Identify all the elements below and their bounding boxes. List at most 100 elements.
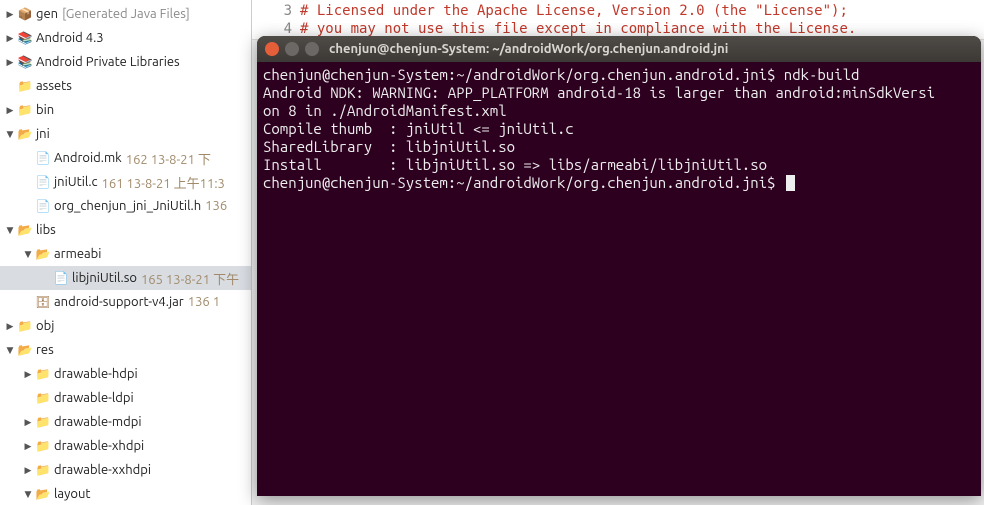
tree-item-libjniutil-so[interactable]: 📄libjniUtil.so 165 13-8-21 下午 [0,266,251,290]
tree-item-extra: [Generated Java Files] [62,7,190,21]
expand-arrow-icon[interactable] [22,440,34,452]
folder-icon: 📁 [17,78,33,94]
tree-item-label: layout [54,487,90,501]
line-number: 4 [252,21,300,37]
tree-item-meta: 162 13-8-21 下 [126,149,211,168]
expand-arrow-icon[interactable] [4,344,16,356]
expand-arrow-icon[interactable] [4,32,16,44]
editor-area[interactable]: 3# Licensed under the Apache License, Ve… [252,0,984,40]
tree-item-label: drawable-xxhdpi [54,463,151,477]
tree-item-drawable-xxhdpi[interactable]: 📁drawable-xxhdpi [0,458,251,482]
arrow-spacer [22,152,34,164]
tree-item-android-4-3[interactable]: 📚Android 4.3 [0,26,251,50]
tree-item-bin[interactable]: 📁bin [0,98,251,122]
folder-icon: 📁 [35,366,51,382]
tree-item-android-mk[interactable]: 📄Android.mk162 13-8-21 下 [0,146,251,170]
h-icon: 📄 [35,198,51,214]
tree-item-meta: 161 13-8-21 上午11:3 [102,173,225,192]
expand-arrow-icon[interactable] [4,8,16,20]
tree-item-drawable-hdpi[interactable]: 📁drawable-hdpi [0,362,251,386]
arrow-spacer [22,176,34,188]
arrow-spacer [4,80,16,92]
tree-item-label: drawable-hdpi [54,367,138,381]
folder-icon: 📁 [35,462,51,478]
folder-open-icon: 📂 [35,486,51,502]
tree-item-android-support-v4-jar[interactable]: 🗄android-support-v4.jar 136 1 [0,290,251,314]
line-number: 3 [252,3,300,19]
folder-open-icon: 📂 [17,342,33,358]
project-explorer[interactable]: 📦gen [Generated Java Files]📚Android 4.3📚… [0,0,252,505]
tree-item-label: libjniUtil.so [72,271,137,285]
terminal-body[interactable]: chenjun@chenjun-System:~/androidWork/org… [257,62,981,196]
expand-arrow-icon[interactable] [4,56,16,68]
tree-item-jni[interactable]: 📂jni [0,122,251,146]
terminal-title: chenjun@chenjun-System: ~/androidWork/or… [329,42,728,56]
tree-item-drawable-ldpi[interactable]: 📁drawable-ldpi [0,386,251,410]
tree-item-drawable-mdpi[interactable]: 📁drawable-mdpi [0,410,251,434]
tree-item-armeabi[interactable]: 📂armeabi [0,242,251,266]
tree-item-org-chenjun-jni-jniutil-h[interactable]: 📄org_chenjun_jni_JniUtil.h 136 [0,194,251,218]
pkg-icon: 📦 [17,6,33,22]
folder-open-icon: 📂 [17,126,33,142]
editor-text: # you may not use this file except in co… [300,21,856,37]
tree-item-gen[interactable]: 📦gen [Generated Java Files] [0,2,251,26]
expand-arrow-icon[interactable] [22,464,34,476]
folder-icon: 📁 [17,102,33,118]
tree-item-label: Android.mk [54,151,122,165]
tree-item-assets[interactable]: 📁assets [0,74,251,98]
tree-item-android-private-libraries[interactable]: 📚Android Private Libraries [0,50,251,74]
editor-text: # Licensed under the Apache License, Ver… [300,3,848,19]
tree-item-meta: 136 1 [188,295,220,309]
expand-arrow-icon[interactable] [22,248,34,260]
tree-item-label: assets [36,79,72,93]
tree-item-meta: 165 13-8-21 下午 [141,269,239,288]
tree-item-label: drawable-xhdpi [54,439,144,453]
tree-item-label: jniUtil.c [54,175,98,189]
window-minimize-icon[interactable] [285,42,299,56]
tree-item-meta: 136 [205,199,227,213]
tree-item-label: obj [36,319,54,333]
terminal-cursor [786,175,795,191]
expand-arrow-icon[interactable] [22,488,34,500]
window-maximize-icon[interactable] [305,42,319,56]
folder-open-icon: 📂 [17,222,33,238]
expand-arrow-icon[interactable] [22,416,34,428]
folder-icon: 📁 [35,438,51,454]
tree-item-drawable-xhdpi[interactable]: 📁drawable-xhdpi [0,434,251,458]
tree-item-obj[interactable]: 📁obj [0,314,251,338]
file-icon: 📄 [53,270,69,286]
arrow-spacer [22,200,34,212]
editor-line[interactable]: 3# Licensed under the Apache License, Ve… [252,2,984,20]
lib-icon: 📚 [17,54,33,70]
expand-arrow-icon[interactable] [4,104,16,116]
folder-icon: 📁 [17,318,33,334]
tree-item-jniutil-c[interactable]: 📄jniUtil.c 161 13-8-21 上午11:3 [0,170,251,194]
jar-icon: 🗄 [35,294,51,310]
tree-item-label: bin [36,103,54,117]
tree-item-label: org_chenjun_jni_JniUtil.h [54,199,201,213]
tree-item-res[interactable]: 📂res [0,338,251,362]
tree-item-label: android-support-v4.jar [54,295,184,309]
c-icon: 📄 [35,174,51,190]
arrow-spacer [22,296,34,308]
lib-icon: 📚 [17,30,33,46]
tree-item-libs[interactable]: 📂libs [0,218,251,242]
arrow-spacer [22,392,34,404]
terminal-window[interactable]: chenjun@chenjun-System: ~/androidWork/or… [257,36,981,496]
window-close-icon[interactable] [265,42,279,56]
tree-item-label: drawable-ldpi [54,391,134,405]
tree-item-label: jni [36,127,50,141]
tree-item-label: drawable-mdpi [54,415,141,429]
expand-arrow-icon[interactable] [22,368,34,380]
folder-icon: 📁 [35,414,51,430]
terminal-titlebar[interactable]: chenjun@chenjun-System: ~/androidWork/or… [257,36,981,62]
arrow-spacer [40,272,52,284]
tree-item-layout[interactable]: 📂layout [0,482,251,505]
folder-icon: 📁 [35,390,51,406]
expand-arrow-icon[interactable] [4,224,16,236]
tree-item-label: Android Private Libraries [36,55,180,69]
expand-arrow-icon[interactable] [4,320,16,332]
expand-arrow-icon[interactable] [4,128,16,140]
tree-item-label: res [36,343,54,357]
tree-item-label: gen [36,7,58,21]
